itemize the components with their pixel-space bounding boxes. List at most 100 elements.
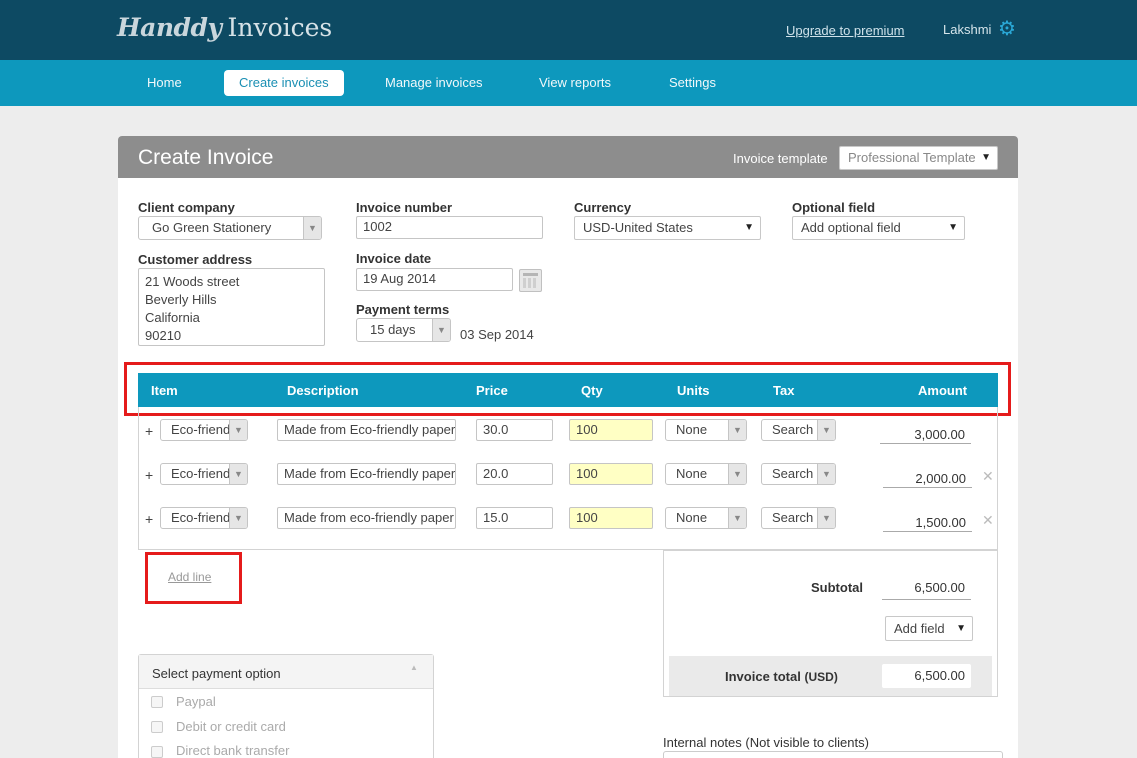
payment-terms-value: 15 days [370, 322, 416, 337]
item-select[interactable]: Eco-friendly ▼ [160, 507, 248, 529]
description-field[interactable]: Made from Eco-friendly paper [277, 419, 456, 441]
chevron-down-icon: ▼ [981, 152, 991, 163]
chevron-down-icon: ▼ [303, 217, 321, 239]
highlight-box [145, 552, 242, 604]
tax-value: Search [772, 466, 814, 481]
line-items-container [138, 407, 998, 550]
subtotal-label: Subtotal [811, 580, 863, 595]
add-field-value: Add field [894, 621, 945, 636]
chevron-down-icon: ▼ [229, 508, 247, 528]
nav-home[interactable]: Home [147, 70, 182, 96]
price-field[interactable]: 20.0 [476, 463, 553, 485]
subtotal-value: 6,500.00 [882, 580, 971, 600]
price-field[interactable]: 15.0 [476, 507, 553, 529]
expand-row-icon[interactable]: + [145, 423, 153, 439]
tax-value: Search [772, 510, 814, 525]
optional-field-label: Optional field [792, 200, 876, 215]
units-select[interactable]: None ▼ [665, 419, 747, 441]
invoice-total-text: Invoice total [725, 669, 801, 684]
invoice-date-label: Invoice date [356, 251, 432, 266]
tax-select[interactable]: Search ▼ [761, 463, 836, 485]
currency-suffix: (USD) [804, 670, 838, 684]
chevron-down-icon: ▼ [229, 420, 247, 440]
invoice-number-label: Invoice number [356, 200, 453, 215]
nav-view-reports[interactable]: View reports [539, 70, 611, 96]
close-icon[interactable]: ✕ [982, 512, 994, 529]
optional-field-value: Add optional field [801, 220, 901, 235]
paypal-label: Paypal [176, 694, 216, 709]
template-select-value: Professional Template [848, 150, 976, 165]
tax-select[interactable]: Search ▼ [761, 419, 836, 441]
invoice-total-label: Invoice total (USD) [725, 669, 838, 684]
app-logo[interactable]: Handdy Invoices [117, 13, 332, 42]
chevron-down-icon: ▼ [817, 420, 835, 440]
chevron-down-icon: ▼ [817, 508, 835, 528]
chevron-up-icon[interactable]: ▲ [410, 663, 418, 672]
chevron-down-icon: ▼ [817, 464, 835, 484]
amount-value: 2,000.00 [883, 466, 972, 488]
invoice-total-value: 6,500.00 [882, 664, 971, 688]
tax-select[interactable]: Search ▼ [761, 507, 836, 529]
due-date: 03 Sep 2014 [460, 327, 534, 342]
item-select[interactable]: Eco-friendly ▼ [160, 463, 248, 485]
chevron-down-icon: ▼ [229, 464, 247, 484]
description-field[interactable]: Made from eco-friendly paper [277, 507, 456, 529]
paypal-checkbox[interactable] [151, 696, 163, 708]
payment-terms-label: Payment terms [356, 302, 450, 317]
units-select[interactable]: None ▼ [665, 507, 747, 529]
nav-settings[interactable]: Settings [669, 70, 716, 96]
invoice-number-field[interactable]: 1002 [356, 216, 543, 239]
template-select[interactable]: Professional Template ▼ [839, 146, 998, 170]
units-value: None [676, 422, 708, 437]
page-title: Create Invoice [138, 146, 274, 169]
qty-field[interactable]: 100 [569, 507, 653, 529]
units-select[interactable]: None ▼ [665, 463, 747, 485]
units-value: None [676, 466, 708, 481]
chevron-down-icon: ▼ [728, 508, 746, 528]
qty-field[interactable]: 100 [569, 419, 653, 441]
nav-create-invoices[interactable]: Create invoices [224, 70, 344, 96]
internal-notes-label: Internal notes (Not visible to clients) [663, 735, 869, 750]
bank-transfer-checkbox[interactable] [151, 746, 163, 758]
currency-value: USD-United States [583, 220, 693, 235]
chevron-down-icon: ▼ [728, 464, 746, 484]
currency-select[interactable]: USD-United States ▼ [574, 216, 761, 240]
payment-terms-select[interactable]: 15 days ▼ [356, 318, 451, 342]
client-company-label: Client company [138, 200, 235, 215]
gear-icon[interactable]: ⚙ [998, 18, 1018, 40]
customer-address-label: Customer address [138, 252, 253, 267]
address-line: California [145, 310, 200, 325]
invoice-date-field[interactable]: 19 Aug 2014 [356, 268, 513, 291]
address-line: Beverly Hills [145, 292, 217, 307]
client-company-select[interactable]: Go Green Stationery ▼ [138, 216, 322, 240]
expand-row-icon[interactable]: + [145, 511, 153, 527]
internal-notes-field[interactable] [663, 751, 1003, 758]
upgrade-link[interactable]: Upgrade to premium [786, 23, 905, 38]
close-icon[interactable]: ✕ [982, 468, 994, 485]
description-field[interactable]: Made from Eco-friendly paper [277, 463, 456, 485]
card-checkbox[interactable] [151, 721, 163, 733]
logo-name-text: Invoices [227, 13, 333, 42]
currency-label: Currency [574, 200, 632, 215]
chevron-down-icon: ▼ [744, 222, 754, 233]
item-select[interactable]: Eco-friendly ▼ [160, 419, 248, 441]
chevron-down-icon: ▼ [948, 222, 958, 233]
calendar-icon[interactable] [519, 269, 542, 292]
chevron-down-icon: ▼ [432, 319, 450, 341]
optional-field-select[interactable]: Add optional field ▼ [792, 216, 965, 240]
customer-address-field[interactable]: 21 Woods street Beverly Hills California… [138, 268, 325, 346]
expand-row-icon[interactable]: + [145, 467, 153, 483]
amount-value: 1,500.00 [883, 510, 972, 532]
bank-transfer-label: Direct bank transfer [176, 743, 290, 758]
card-label: Debit or credit card [176, 719, 286, 734]
nav-manage-invoices[interactable]: Manage invoices [385, 70, 483, 96]
amount-value: 3,000.00 [880, 422, 971, 444]
tax-value: Search [772, 422, 814, 437]
qty-field[interactable]: 100 [569, 463, 653, 485]
price-field[interactable]: 30.0 [476, 419, 553, 441]
chevron-down-icon: ▼ [728, 420, 746, 440]
user-name[interactable]: Lakshmi [943, 22, 991, 37]
template-label: Invoice template [733, 151, 828, 166]
add-field-select[interactable]: Add field ▼ [885, 616, 973, 641]
logo-script-text: Handdy [117, 13, 222, 42]
